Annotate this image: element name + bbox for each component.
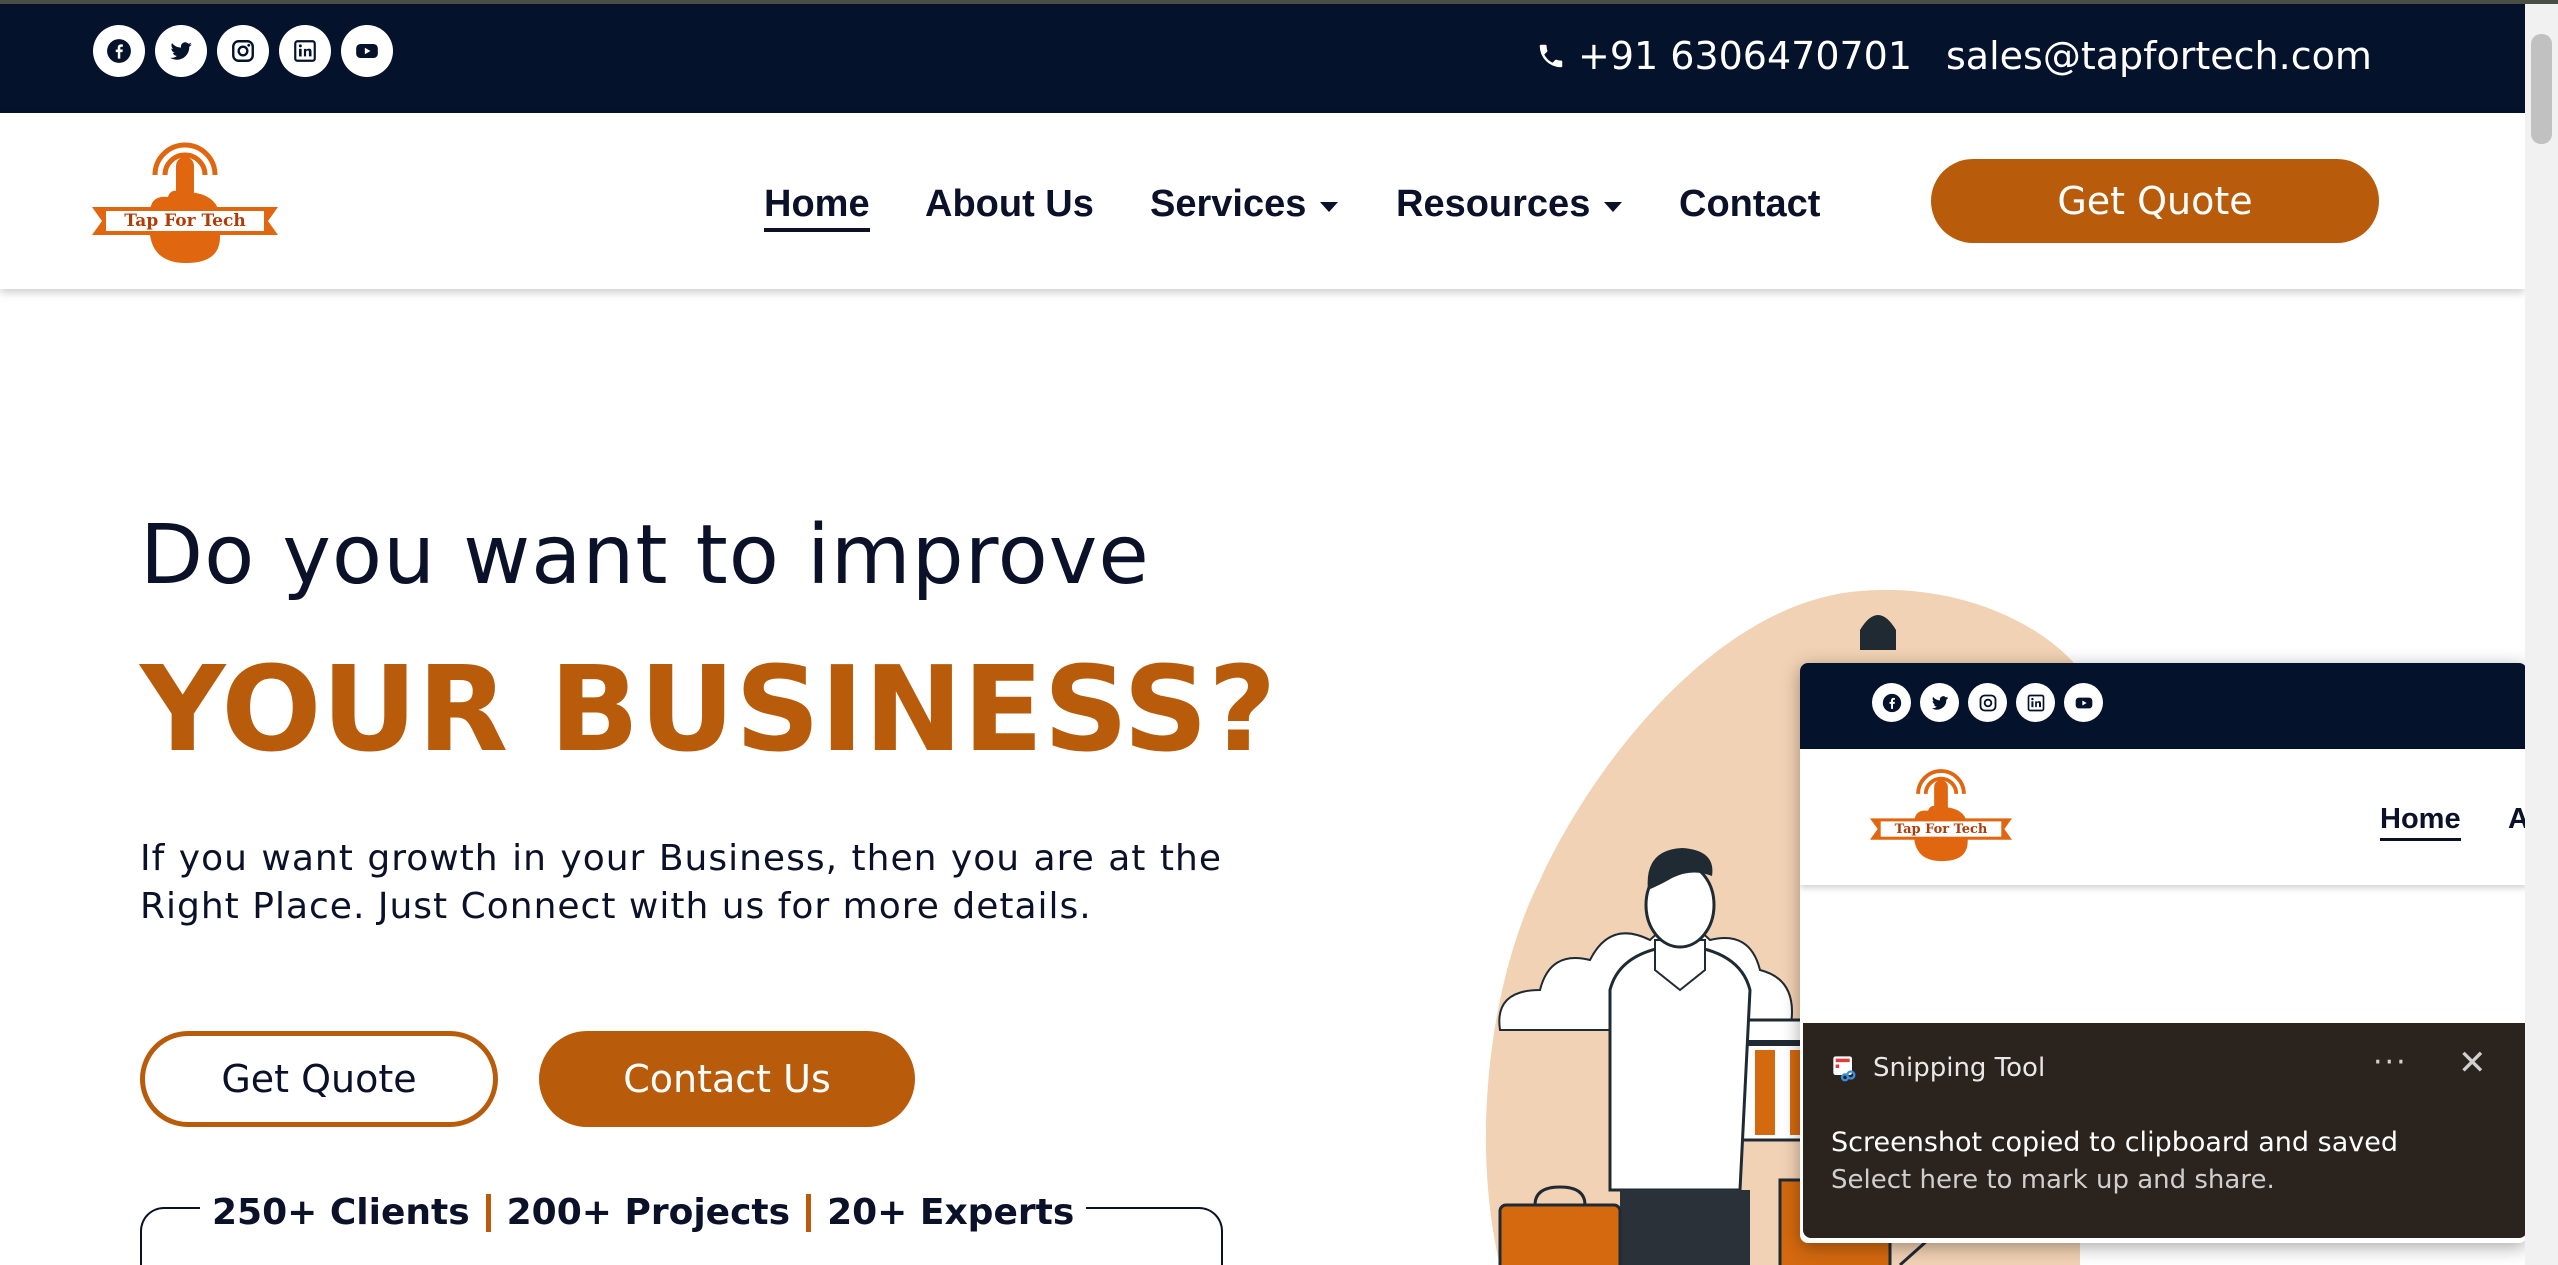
phone-link[interactable]: +91 6306470701 — [1536, 34, 1912, 78]
preview-nav-home: Home — [2380, 803, 2461, 841]
youtube-icon — [2064, 683, 2103, 722]
preview-top-bar — [1800, 663, 2527, 749]
get-quote-button[interactable]: Get Quote — [140, 1031, 498, 1127]
logo-text: Tap For Tech — [1895, 822, 1988, 837]
nav-home[interactable]: Home — [764, 183, 870, 232]
email-link[interactable]: sales@tapfortech.com — [1946, 34, 2372, 78]
snipping-tool-notification[interactable]: Snipping Tool ··· ✕ Screenshot copied to… — [1803, 1023, 2527, 1238]
nav-resources-label: Resources — [1396, 183, 1591, 225]
top-contact-bar: +91 6306470701 sales@tapfortech.com — [0, 4, 2525, 113]
nav-services[interactable]: Services — [1150, 183, 1339, 226]
chevron-down-icon — [1320, 201, 1339, 212]
logo-text: Tap For Tech — [124, 211, 245, 231]
phone-icon — [1539, 44, 1563, 68]
facebook-icon[interactable] — [93, 25, 145, 77]
toast-app-header: Snipping Tool — [1831, 1053, 2045, 1083]
twitter-icon[interactable] — [155, 25, 207, 77]
youtube-icon[interactable] — [341, 25, 393, 77]
social-links — [93, 25, 393, 77]
stat-clients: 250+ Clients — [212, 1192, 470, 1233]
toast-app-name: Snipping Tool — [1873, 1053, 2046, 1083]
nav-resources[interactable]: Resources — [1396, 183, 1623, 226]
stat-divider — [806, 1193, 812, 1232]
nav-contact[interactable]: Contact — [1679, 183, 1820, 226]
toast-body: Select here to mark up and share. — [1831, 1165, 2275, 1195]
snipping-tool-icon — [1833, 1056, 1856, 1082]
main-navbar: Tap For Tech Home About Us Services Reso… — [0, 113, 2525, 289]
phone-number: +91 6306470701 — [1578, 34, 1913, 78]
preview-social-links — [1872, 683, 2103, 722]
linkedin-icon[interactable] — [279, 25, 331, 77]
close-icon[interactable]: ✕ — [2458, 1043, 2487, 1083]
hero-description: If you want growth in your Business, the… — [140, 838, 1222, 927]
page-scrollbar[interactable] — [2525, 4, 2558, 1265]
stat-projects: 200+ Projects — [506, 1192, 791, 1233]
instagram-icon — [1968, 683, 2007, 722]
hero-heading-line1: Do you want to improve — [140, 508, 1150, 603]
chevron-down-icon — [1604, 201, 1623, 212]
nav-services-label: Services — [1150, 183, 1307, 225]
get-quote-nav-button[interactable]: Get Quote — [1931, 159, 2379, 243]
stats-row: 250+ Clients 200+ Projects 20+ Experts — [200, 1192, 1087, 1233]
toast-title: Screenshot copied to clipboard and saved — [1831, 1127, 2398, 1158]
instagram-icon[interactable] — [217, 25, 269, 77]
facebook-icon — [1872, 683, 1911, 722]
more-options-icon[interactable]: ··· — [2373, 1045, 2408, 1080]
stat-experts: 20+ Experts — [827, 1192, 1075, 1233]
tap-for-tech-logo: Tap For Tech — [1870, 769, 2012, 862]
tap-for-tech-logo[interactable]: Tap For Tech — [92, 135, 278, 265]
twitter-icon — [1920, 683, 1959, 722]
nav-about-us[interactable]: About Us — [925, 183, 1094, 226]
preview-navbar: Tap For Tech Home A — [1800, 749, 2527, 885]
hero-heading-line2: YOUR BUSINESS? — [140, 640, 1277, 778]
scrollbar-thumb[interactable] — [2531, 34, 2552, 144]
contact-us-button[interactable]: Contact Us — [539, 1031, 915, 1127]
stat-divider — [485, 1193, 491, 1232]
linkedin-icon — [2016, 683, 2055, 722]
